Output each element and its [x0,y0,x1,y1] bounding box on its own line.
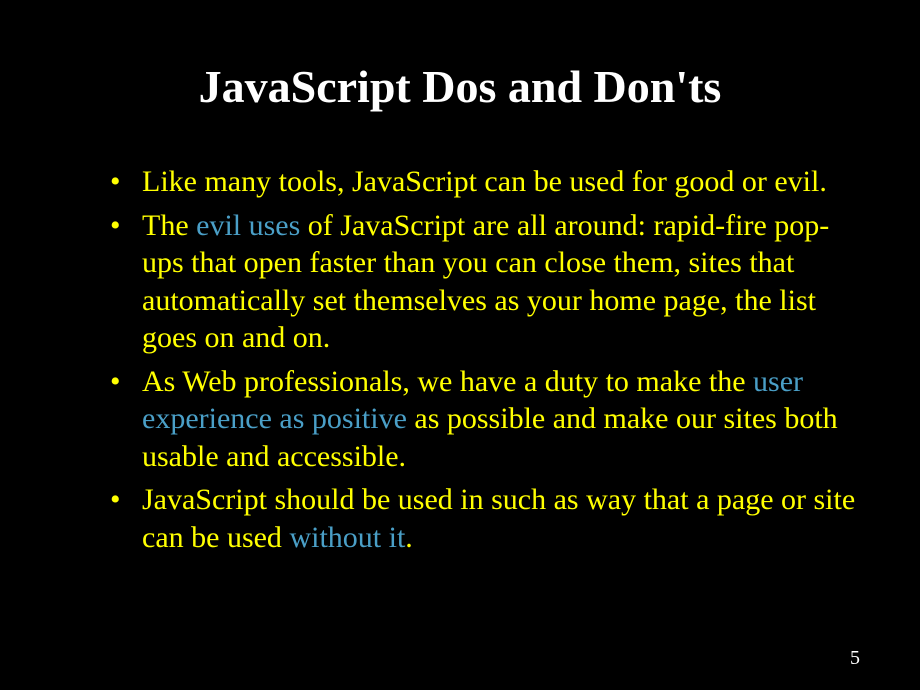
bullet-list: Like many tools, JavaScript can be used … [60,163,860,556]
slide-container: JavaScript Dos and Don'ts Like many tool… [0,0,920,690]
bullet-item: JavaScript should be used in such as way… [110,481,860,556]
bullet-text-post: . [405,521,413,554]
bullet-text-pre: Like many tools, JavaScript can be used … [142,165,827,198]
bullet-item: As Web professionals, we have a duty to … [110,363,860,476]
bullet-text-highlight: evil uses [196,209,300,242]
bullet-item: Like many tools, JavaScript can be used … [110,163,860,201]
bullet-text-pre: As Web professionals, we have a duty to … [142,365,753,398]
bullet-item: The evil uses of JavaScript are all arou… [110,207,860,357]
bullet-text-highlight: without it [289,521,405,554]
bullet-text-pre: The [142,209,196,242]
slide-title: JavaScript Dos and Don'ts [60,60,860,113]
page-number: 5 [850,647,860,670]
bullet-text-pre: JavaScript should be used in such as way… [142,483,855,554]
